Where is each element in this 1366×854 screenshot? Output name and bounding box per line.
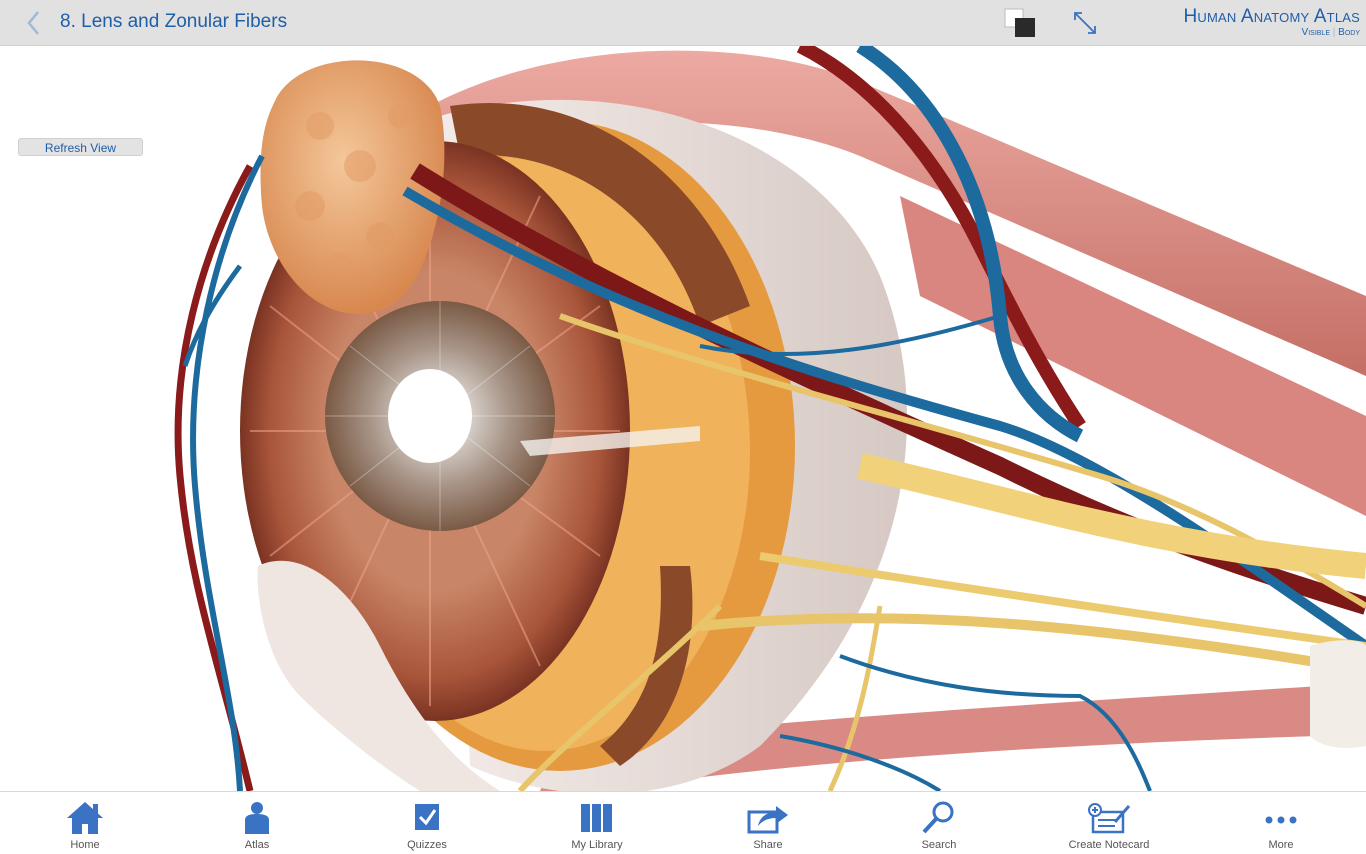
- tab-more-label: More: [1268, 839, 1294, 851]
- tab-quizzes-label: Quizzes: [407, 839, 447, 851]
- bottom-tab-bar: Home Atlas Quizzes My Library Share Sear…: [0, 791, 1366, 854]
- tab-share[interactable]: Share: [708, 800, 828, 852]
- tab-more[interactable]: More: [1221, 800, 1341, 852]
- color-toggle-icon[interactable]: [1004, 8, 1036, 38]
- person-icon: [245, 802, 269, 834]
- tab-home[interactable]: Home: [25, 800, 145, 852]
- checkbox-icon: [415, 804, 439, 830]
- home-icon: [67, 802, 103, 834]
- anatomy-3d-viewport[interactable]: Refresh View: [0, 46, 1366, 791]
- tab-atlas-label: Atlas: [244, 839, 270, 851]
- search-icon: [922, 801, 954, 834]
- tab-atlas[interactable]: Atlas: [197, 800, 317, 852]
- tab-quizzes[interactable]: Quizzes: [367, 800, 487, 852]
- refresh-view-button[interactable]: Refresh View: [18, 138, 143, 156]
- expand-icon[interactable]: [1070, 8, 1100, 38]
- library-icon: [581, 804, 612, 832]
- top-bar: 8. Lens and Zonular Fibers Human Anatomy…: [0, 0, 1366, 46]
- tab-create-notecard[interactable]: Create Notecard: [1049, 800, 1169, 852]
- eye-anatomy-model[interactable]: [0, 46, 1366, 791]
- share-icon: [747, 806, 788, 834]
- tab-search[interactable]: Search: [879, 800, 999, 852]
- tab-my-library[interactable]: My Library: [537, 800, 657, 852]
- tab-search-label: Search: [921, 839, 957, 851]
- tab-share-label: Share: [753, 839, 783, 851]
- brand-logo: Human Anatomy Atlas Visible | Body: [1183, 7, 1360, 39]
- brand-sub-left: Visible: [1301, 27, 1330, 38]
- tab-my-library-label: My Library: [571, 839, 623, 851]
- back-chevron-icon[interactable]: [22, 9, 48, 37]
- tab-create-notecard-label: Create Notecard: [1068, 839, 1150, 851]
- brand-sub-right: Body: [1338, 27, 1360, 38]
- brand-subtitle: Visible | Body: [1301, 27, 1360, 38]
- more-dots-icon: [1265, 816, 1297, 824]
- page-title: 8. Lens and Zonular Fibers: [60, 11, 288, 32]
- brand-title: Human Anatomy Atlas: [1183, 6, 1360, 27]
- tab-home-label: Home: [70, 839, 100, 851]
- notecard-icon: [1088, 803, 1131, 834]
